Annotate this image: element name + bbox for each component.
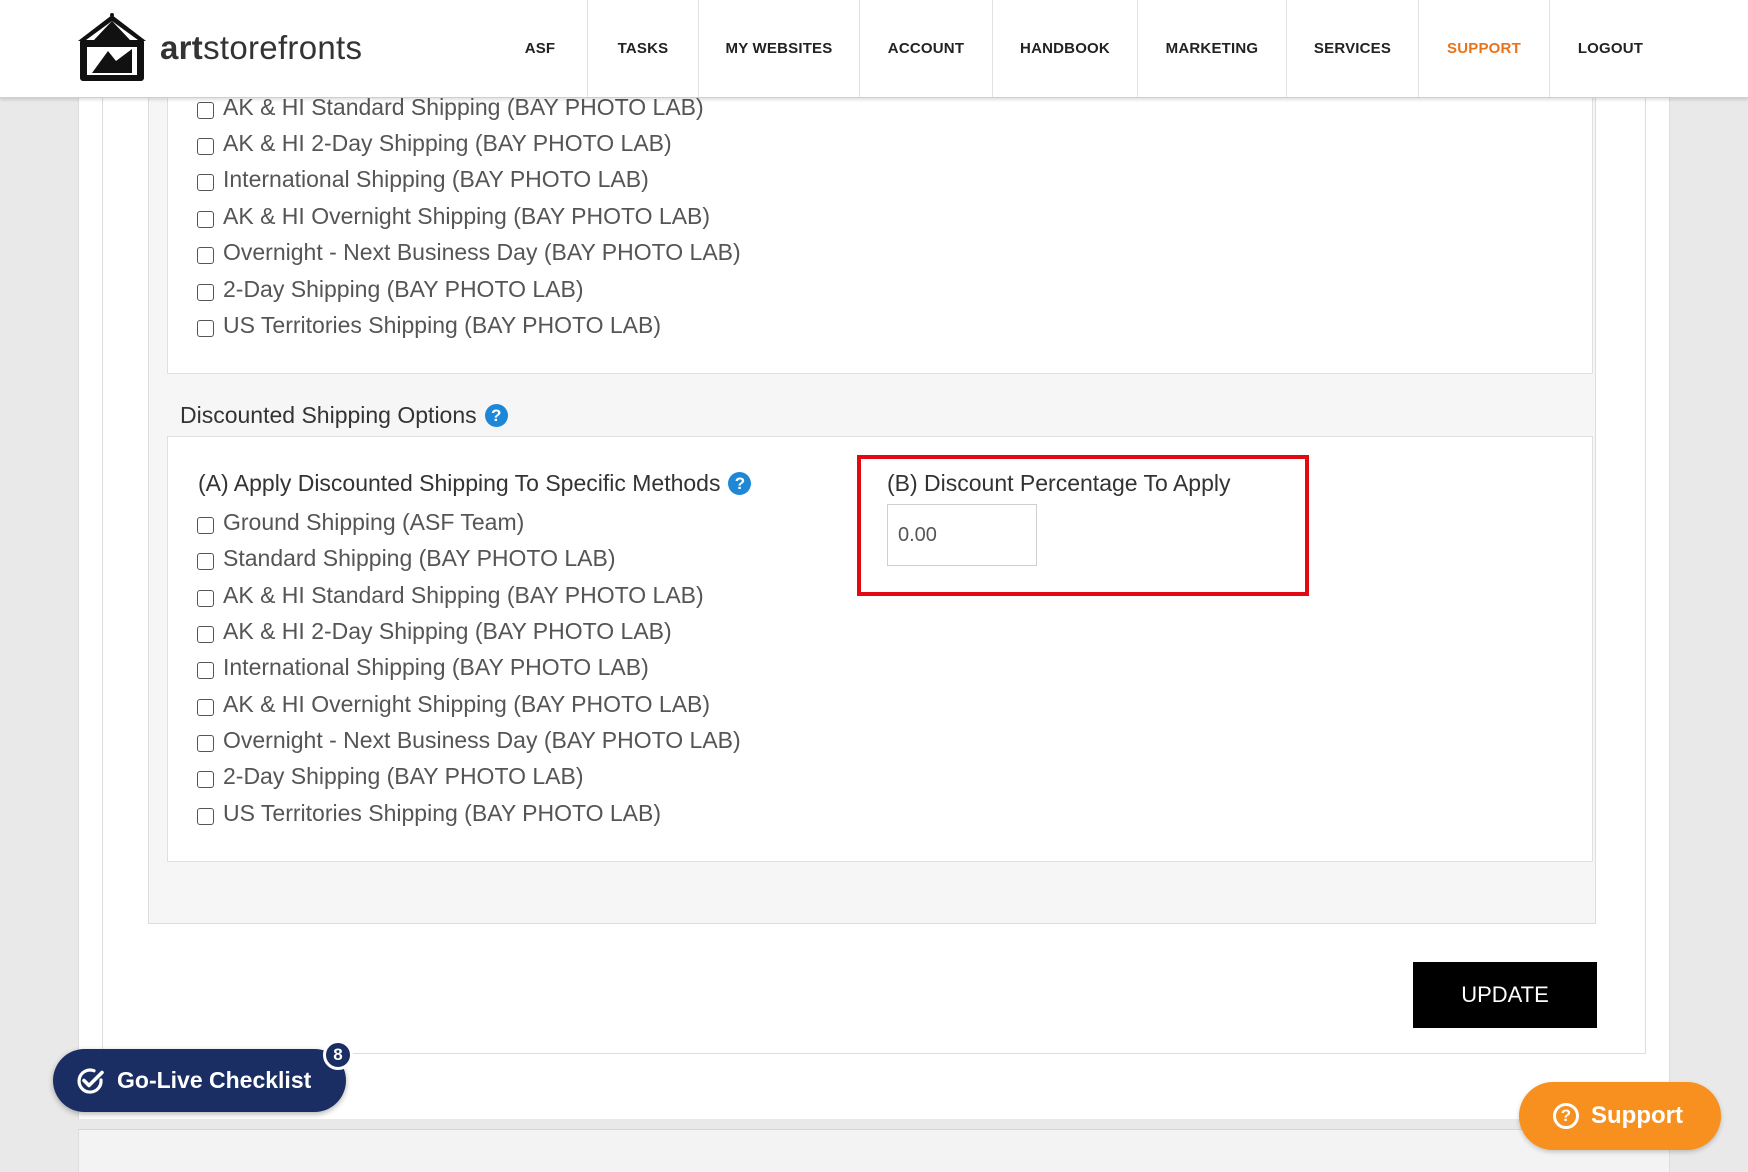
- method-label: Overnight - Next Business Day (BAY PHOTO…: [223, 726, 741, 753]
- nav-my-websites[interactable]: MY WEBSITES: [699, 0, 860, 97]
- discount-method-item[interactable]: AK & HI 2-Day Shipping (BAY PHOTO LAB): [197, 615, 672, 647]
- upper-method-item[interactable]: US Territories Shipping (BAY PHOTO LAB): [197, 309, 661, 341]
- help-icon[interactable]: ?: [484, 404, 508, 427]
- nav-handbook[interactable]: HANDBOOK: [993, 0, 1138, 97]
- method-label: Overnight - Next Business Day (BAY PHOTO…: [223, 238, 741, 265]
- checkbox[interactable]: [197, 626, 214, 643]
- method-label: Standard Shipping (BAY PHOTO LAB): [223, 544, 616, 571]
- checkbox[interactable]: [197, 138, 214, 155]
- method-label: AK & HI 2-Day Shipping (BAY PHOTO LAB): [223, 129, 672, 156]
- checkbox[interactable]: [197, 735, 214, 752]
- checkbox[interactable]: [197, 211, 214, 228]
- discount-method-item[interactable]: AK & HI Overnight Shipping (BAY PHOTO LA…: [197, 688, 710, 720]
- discount-method-item[interactable]: Standard Shipping (BAY PHOTO LAB): [197, 542, 615, 574]
- nav-marketing[interactable]: MARKETING: [1138, 0, 1287, 97]
- method-label: AK & HI 2-Day Shipping (BAY PHOTO LAB): [223, 617, 672, 644]
- discounted-shipping-heading: Discounted Shipping Options ?: [180, 402, 508, 429]
- method-label: AK & HI Overnight Shipping (BAY PHOTO LA…: [223, 690, 711, 717]
- method-label: AK & HI Overnight Shipping (BAY PHOTO LA…: [223, 202, 711, 229]
- apply-to-methods-heading: (A) Apply Discounted Shipping To Specifi…: [198, 470, 752, 497]
- check-circle-icon: [75, 1066, 105, 1096]
- top-header: artstorefronts ASF TASKS MY WEBSITES ACC…: [0, 0, 1748, 98]
- storefront-logo-icon: [78, 13, 146, 81]
- go-live-checklist-label: Go-Live Checklist: [117, 1067, 312, 1093]
- method-label: US Territories Shipping (BAY PHOTO LAB): [223, 311, 662, 338]
- checkbox[interactable]: [197, 517, 214, 534]
- checkbox[interactable]: [197, 553, 214, 570]
- nav-services[interactable]: SERVICES: [1287, 0, 1419, 97]
- method-label: International Shipping (BAY PHOTO LAB): [223, 653, 649, 680]
- upper-method-item[interactable]: Overnight - Next Business Day (BAY PHOTO…: [197, 236, 741, 268]
- nav-asf[interactable]: ASF: [493, 0, 588, 97]
- go-live-count-badge: 8: [323, 1040, 353, 1070]
- support-widget-button[interactable]: ? Support: [1519, 1082, 1721, 1150]
- discount-percentage-label: (B) Discount Percentage To Apply: [887, 470, 1231, 496]
- logo-text: artstorefronts: [160, 29, 363, 66]
- apply-to-methods-text: (A) Apply Discounted Shipping To Specifi…: [198, 470, 721, 496]
- method-label: 2-Day Shipping (BAY PHOTO LAB): [223, 762, 584, 789]
- upper-method-item[interactable]: 2-Day Shipping (BAY PHOTO LAB): [197, 273, 584, 305]
- upper-method-item[interactable]: International Shipping (BAY PHOTO LAB): [197, 163, 649, 195]
- footer-section: [78, 1129, 1670, 1172]
- discount-method-item[interactable]: International Shipping (BAY PHOTO LAB): [197, 651, 649, 683]
- method-label: 2-Day Shipping (BAY PHOTO LAB): [223, 275, 584, 302]
- upper-method-item[interactable]: AK & HI 2-Day Shipping (BAY PHOTO LAB): [197, 127, 672, 159]
- checkbox[interactable]: [197, 590, 214, 607]
- support-widget-label: Support: [1591, 1102, 1683, 1129]
- method-label: US Territories Shipping (BAY PHOTO LAB): [223, 799, 662, 826]
- help-icon[interactable]: ?: [728, 472, 752, 495]
- update-button[interactable]: UPDATE: [1413, 962, 1597, 1028]
- method-label: International Shipping (BAY PHOTO LAB): [223, 165, 649, 192]
- discount-method-item[interactable]: AK & HI Standard Shipping (BAY PHOTO LAB…: [197, 579, 704, 611]
- checkbox[interactable]: [197, 662, 214, 679]
- go-live-checklist-button[interactable]: Go-Live Checklist: [53, 1049, 346, 1112]
- checkbox[interactable]: [197, 771, 214, 788]
- section-title-text: Discounted Shipping Options: [180, 402, 477, 428]
- discount-method-item[interactable]: US Territories Shipping (BAY PHOTO LAB): [197, 797, 661, 829]
- nav-logout[interactable]: LOGOUT: [1550, 0, 1671, 97]
- question-circle-icon: ?: [1553, 1103, 1579, 1129]
- main-nav: ASF TASKS MY WEBSITES ACCOUNT HANDBOOK M…: [493, 0, 1671, 97]
- checkbox[interactable]: [197, 102, 214, 119]
- method-label: Ground Shipping (ASF Team): [223, 508, 525, 535]
- nav-account[interactable]: ACCOUNT: [860, 0, 993, 97]
- upper-method-item[interactable]: AK & HI Overnight Shipping (BAY PHOTO LA…: [197, 200, 710, 232]
- checkbox[interactable]: [197, 320, 214, 337]
- discount-method-item[interactable]: Overnight - Next Business Day (BAY PHOTO…: [197, 724, 741, 756]
- discount-method-item[interactable]: 2-Day Shipping (BAY PHOTO LAB): [197, 760, 584, 792]
- checkbox[interactable]: [197, 174, 214, 191]
- discount-percentage-input[interactable]: 0.00: [887, 504, 1037, 566]
- checkbox[interactable]: [197, 247, 214, 264]
- checkbox[interactable]: [197, 699, 214, 716]
- nav-tasks[interactable]: TASKS: [588, 0, 699, 97]
- method-label: AK & HI Standard Shipping (BAY PHOTO LAB…: [223, 581, 704, 608]
- checkbox[interactable]: [197, 284, 214, 301]
- discount-method-item[interactable]: Ground Shipping (ASF Team): [197, 506, 524, 538]
- artstorefronts-logo[interactable]: artstorefronts: [76, 12, 362, 84]
- nav-support[interactable]: SUPPORT: [1419, 0, 1550, 97]
- checkbox[interactable]: [197, 808, 214, 825]
